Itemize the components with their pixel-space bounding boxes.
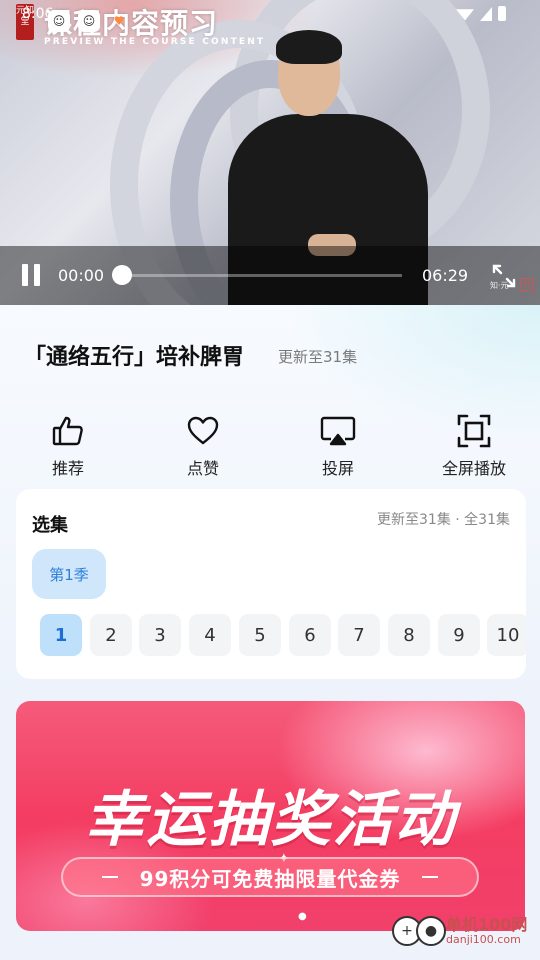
site-watermark-name: 单机100网	[446, 915, 528, 934]
season-tab[interactable]: 第1季	[32, 549, 106, 599]
sparkle-icon: ●	[298, 911, 307, 922]
course-update-note: 更新至31集	[278, 348, 358, 366]
recommend-label: 推荐	[51, 459, 84, 478]
episode-chip[interactable]: 10	[487, 614, 526, 656]
episode-chip[interactable]: 5	[239, 614, 281, 656]
total-time: 06:29	[422, 266, 469, 285]
battery-icon	[498, 6, 506, 21]
banner-subtitle: 99积分可免费抽限量代金券	[139, 866, 401, 891]
status-app-icons: ☺ ☺ ♥	[48, 10, 130, 32]
banner-title: 幸运抽奖活动	[84, 785, 457, 855]
episode-card: 选集 更新至31集 · 全31集 第1季 1 2 3 4 5 6 7 8 9 10	[16, 489, 526, 679]
episode-chip[interactable]: 6	[289, 614, 331, 656]
progress-knob[interactable]	[112, 265, 132, 285]
status-icons	[456, 6, 506, 21]
fullscreen-icon	[456, 413, 492, 449]
heart-icon	[185, 413, 221, 449]
episode-list: 1 2 3 4 5 6 7 8 9 10	[40, 614, 526, 658]
episode-chip[interactable]: 1	[40, 614, 82, 656]
video-watermark: 知·元	[490, 281, 509, 290]
cast-icon	[320, 413, 356, 449]
episode-chip[interactable]: 8	[388, 614, 430, 656]
progress-track[interactable]	[122, 274, 402, 277]
course-detail: 「通络五行」培补脾胃 更新至31集 推荐 点赞 投屏 全屏播放 选集 更新至31…	[0, 305, 540, 960]
cast-button[interactable]: 投屏	[293, 413, 383, 479]
episode-chip[interactable]: 2	[90, 614, 132, 656]
banner-subtitle-pill: 99积分可免费抽限量代金券	[61, 857, 479, 897]
lottery-banner[interactable]: ✦ ● 幸运抽奖活动 99积分可免费抽限量代金券	[16, 701, 525, 931]
episode-chip[interactable]: 7	[338, 614, 380, 656]
site-watermark: + ● 单机100网 danji100.com	[392, 916, 527, 946]
video-controls: 00:00 06:29	[0, 246, 540, 305]
signal-icon	[480, 6, 492, 21]
episode-count-meta: 更新至31集 · 全31集	[377, 512, 510, 528]
like-label: 点赞	[186, 459, 219, 478]
course-title: 「通络五行」培补脾胃	[24, 345, 245, 370]
app-notification-icon: ☺	[48, 10, 70, 32]
episode-chip[interactable]: 4	[189, 614, 231, 656]
video-watermark-seal: 元	[520, 278, 534, 292]
circle-icon: ●	[416, 916, 446, 946]
thumbs-up-icon	[50, 413, 86, 449]
current-time: 00:00	[58, 266, 105, 285]
site-watermark-url: danji100.com	[446, 933, 521, 946]
like-button[interactable]: 点赞	[158, 413, 248, 479]
pause-icon[interactable]	[22, 264, 42, 286]
recommend-button[interactable]: 推荐	[23, 413, 113, 479]
video-overlay-subtitle: PREVIEW THE COURSE CONTENT	[44, 37, 266, 47]
cast-label: 投屏	[321, 459, 354, 478]
app-notification-icon: ☺	[78, 10, 100, 32]
heart-notification-icon: ♥	[113, 14, 125, 28]
fullscreen-play-button[interactable]: 全屏播放	[429, 413, 519, 479]
episode-chip[interactable]: 3	[139, 614, 181, 656]
wifi-icon	[456, 9, 474, 21]
episode-chip[interactable]: 9	[438, 614, 480, 656]
fullscreen-play-label: 全屏播放	[441, 459, 506, 478]
video-player[interactable]: 元知堂 8:06 课程内容预习 PREVIEW THE COURSE CONTE…	[0, 0, 540, 305]
episode-section-title: 选集	[32, 515, 68, 536]
